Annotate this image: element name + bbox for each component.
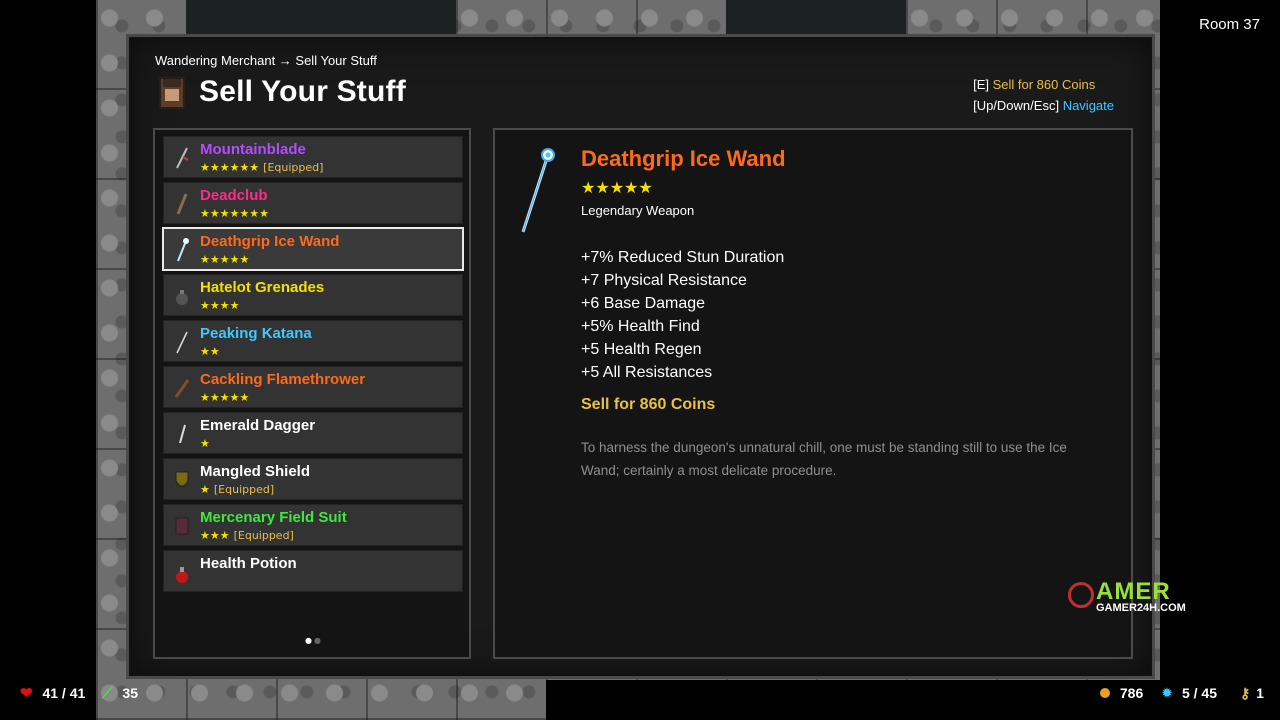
coin-icon bbox=[1100, 688, 1110, 699]
inventory-item[interactable]: Deadclub ★★★★★★★ bbox=[163, 182, 463, 224]
inventory-item-rating: ★★★★★ bbox=[200, 391, 249, 404]
detail-sell-price: Sell for 860 Coins bbox=[581, 396, 716, 413]
room-label: Room 37 bbox=[1199, 16, 1260, 33]
inventory-item[interactable]: Deathgrip Ice Wand ★★★★★ bbox=[163, 228, 463, 270]
equipped-badge: [Equipped] bbox=[213, 483, 275, 496]
dungeon-floor-dark bbox=[546, 680, 1160, 720]
hud-keys: ⚷ 1 bbox=[1240, 684, 1264, 702]
coins-value: 786 bbox=[1119, 685, 1144, 702]
star-rating: ★★★★★ bbox=[200, 391, 250, 404]
equipped-badge: [Equipped] bbox=[233, 529, 294, 542]
merchant-avatar bbox=[159, 77, 185, 109]
dungeon-wall-tile bbox=[726, 0, 906, 34]
inventory-item-name: Health Potion bbox=[200, 555, 297, 572]
sell-action-label[interactable]: Sell for 860 Coins bbox=[993, 77, 1096, 92]
inventory-item-rating: ★★★★ bbox=[200, 299, 239, 312]
star-rating: ★★★★ bbox=[200, 299, 240, 312]
inventory-item-rating: ★★★ [Equipped] bbox=[200, 529, 294, 542]
inventory-item-name: Peaking Katana bbox=[200, 325, 312, 342]
equipped-badge: [Equipped] bbox=[263, 161, 324, 174]
hud-coins: 786 bbox=[1100, 684, 1143, 701]
dungeon-wall-tile bbox=[186, 0, 456, 34]
sword-icon bbox=[176, 147, 189, 169]
item-detail-pane: Deathgrip Ice Wand ★★★★★ Legendary Weapo… bbox=[493, 128, 1133, 659]
watermark-url: GAMER24H.COM bbox=[1096, 602, 1186, 614]
hud-health: ❤ 41 / 41 bbox=[20, 684, 85, 702]
club-icon bbox=[176, 193, 188, 215]
gems-value: 5 / 45 bbox=[1181, 685, 1217, 702]
detail-star-rating: ★★★★★ bbox=[581, 178, 653, 197]
site-watermark: AMER GAMER24H.COM bbox=[1068, 578, 1238, 618]
keys-value: 1 bbox=[1256, 685, 1264, 702]
detail-flavor-text: To harness the dungeon's unnatural chill… bbox=[581, 440, 1067, 478]
navigate-action-label[interactable]: Navigate bbox=[1063, 98, 1114, 113]
sword-icon: ⟋ bbox=[102, 684, 113, 702]
merchant-panel: Wandering Merchant → Sell Your Stuff Sel… bbox=[126, 34, 1155, 679]
key-icon: ⚷ bbox=[1240, 684, 1251, 701]
inventory-item-name: Cackling Flamethrower bbox=[200, 371, 366, 388]
stat-line: +5% Health Find bbox=[581, 318, 700, 335]
inventory-item-name: Hatelot Grenades bbox=[200, 279, 325, 296]
dagger-icon bbox=[179, 424, 186, 444]
potion-icon bbox=[176, 567, 188, 583]
inventory-item-rating: ★★★★★★ [Equipped] bbox=[200, 161, 323, 174]
stat-line: +5 All Resistances bbox=[581, 364, 713, 381]
armor-icon bbox=[175, 517, 189, 535]
stat-line: +6 Base Damage bbox=[581, 295, 706, 312]
detail-stat-list: +7% Reduced Stun Duration +7 Physical Re… bbox=[581, 246, 784, 384]
inventory-item-rating: ★★ bbox=[200, 345, 220, 358]
inventory-item[interactable]: Mercenary Field Suit ★★★ [Equipped] bbox=[163, 504, 463, 546]
inventory-item[interactable]: Health Potion bbox=[163, 550, 463, 592]
hud-attack: ⟋ 35 bbox=[102, 684, 138, 702]
gem-icon: ✹ bbox=[1162, 686, 1173, 701]
health-value: 41 / 41 bbox=[42, 685, 86, 702]
inventory-item[interactable]: Emerald Dagger ★ bbox=[163, 412, 463, 454]
hud-gems: ✹ 5 / 45 bbox=[1162, 684, 1217, 701]
star-rating: ★★★★★ bbox=[200, 253, 250, 266]
heart-icon: ❤ bbox=[20, 685, 33, 703]
grenade-icon bbox=[176, 290, 188, 305]
inventory-item-rating: ★★★★★★★ bbox=[200, 207, 269, 220]
star-rating: ★ bbox=[200, 437, 210, 450]
wand-icon bbox=[177, 238, 189, 262]
stat-line: +5 Health Regen bbox=[581, 341, 702, 358]
inventory-item-rating: ★★★★★ bbox=[200, 253, 249, 266]
inventory-list: Mountainblade ★★★★★★ [Equipped] Deadclub ★★★… bbox=[153, 128, 471, 659]
inventory-item-name: Mercenary Field Suit bbox=[200, 509, 347, 526]
ice-wand-icon bbox=[521, 148, 555, 233]
crosshair-logo-icon bbox=[1068, 582, 1094, 608]
inventory-item[interactable]: Peaking Katana ★★ bbox=[163, 320, 463, 362]
katana-icon bbox=[176, 331, 188, 354]
control-hints: [E] Sell for 860 Coins [Up/Down/Esc] Nav… bbox=[973, 74, 1114, 116]
nav-key-hint: [Up/Down/Esc] bbox=[973, 98, 1060, 113]
breadcrumb: Wandering Merchant → Sell Your Stuff bbox=[155, 53, 377, 68]
shield-icon bbox=[175, 471, 189, 487]
inventory-item-name: Mountainblade bbox=[200, 141, 306, 158]
flamethrower-icon bbox=[174, 379, 190, 398]
inventory-item[interactable]: Hatelot Grenades ★★★★ bbox=[163, 274, 463, 316]
inventory-item[interactable]: Mangled Shield ★ [Equipped] bbox=[163, 458, 463, 500]
star-rating: ★★★★★★ bbox=[200, 161, 260, 174]
star-rating: ★★★ bbox=[200, 529, 230, 542]
inventory-item-name: Mangled Shield bbox=[200, 463, 311, 480]
inventory-item[interactable]: Cackling Flamethrower ★★★★★ bbox=[163, 366, 463, 408]
star-rating: ★ bbox=[200, 483, 210, 496]
inventory-item[interactable]: Mountainblade ★★★★★★ [Equipped] bbox=[163, 136, 463, 178]
inventory-item-rating: ★ [Equipped] bbox=[200, 483, 274, 496]
star-rating: ★★★★★★★ bbox=[200, 207, 270, 220]
detail-item-name: Deathgrip Ice Wand bbox=[581, 146, 786, 171]
detail-item-type: Legendary Weapon bbox=[581, 203, 695, 218]
inventory-item-name: Deathgrip Ice Wand bbox=[200, 233, 340, 250]
attack-value: 35 bbox=[122, 685, 138, 702]
sell-key-hint: [E] bbox=[973, 77, 989, 92]
page-title: Sell Your Stuff bbox=[199, 75, 406, 108]
inventory-item-name: Deadclub bbox=[200, 187, 268, 204]
stat-line: +7 Physical Resistance bbox=[581, 272, 747, 289]
stat-line: +7% Reduced Stun Duration bbox=[581, 249, 785, 266]
star-rating: ★★ bbox=[200, 345, 220, 358]
inventory-item-rating: ★ bbox=[200, 437, 210, 450]
page-indicator: ●● bbox=[305, 636, 323, 645]
inventory-item-name: Emerald Dagger bbox=[200, 417, 316, 434]
